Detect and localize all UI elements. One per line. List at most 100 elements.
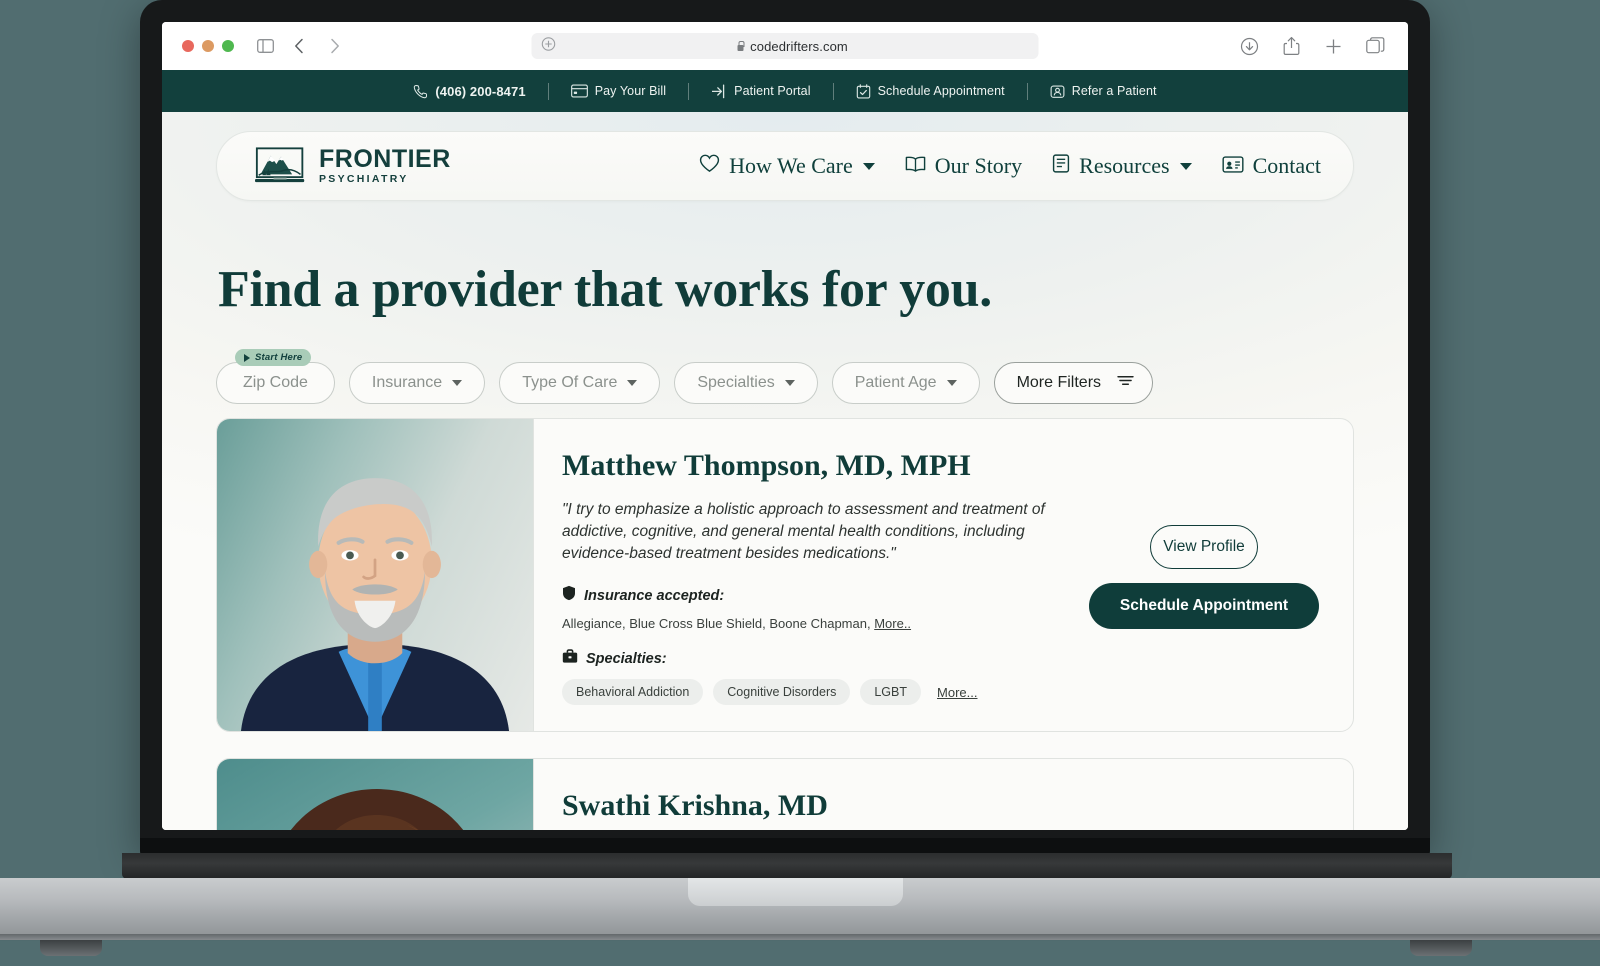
site-header: FRONTIER PSYCHIATRY How We Care Our Stor… (216, 131, 1354, 201)
contact-card-icon (1222, 153, 1244, 179)
navigation-arrows[interactable] (286, 33, 348, 59)
browser-window: codedrifters.com (406) 200-8471 Pay Your… (162, 22, 1408, 830)
provider-photo (217, 419, 533, 732)
calendar-check-icon (856, 83, 871, 99)
filter-specialties[interactable]: Specialties (674, 362, 818, 404)
filter-more-filters[interactable]: More Filters (993, 362, 1154, 404)
provider-quote: "I try to emphasize a holistic approach … (562, 501, 1045, 563)
utility-item-pay-your-bill[interactable]: Pay Your Bill (549, 84, 688, 98)
utility-bar: (406) 200-8471 Pay Your Bill Patient Por… (162, 70, 1408, 112)
start-here-label: Start Here (255, 352, 303, 363)
maximize-window-button[interactable] (222, 40, 234, 52)
window-controls[interactable] (182, 40, 234, 52)
utility-label-phone: (406) 200-8471 (435, 83, 526, 99)
phone-icon (413, 84, 428, 99)
provider-card-body: Matthew Thompson, MD, MPH "I try to emph… (534, 419, 1353, 731)
chevron-down-icon (862, 162, 875, 170)
filter-label-patient-age: Patient Age (854, 374, 937, 391)
heart-icon (699, 153, 720, 179)
utility-item-refer-a-patient[interactable]: Refer a Patient (1028, 84, 1179, 99)
address-bar[interactable]: codedrifters.com (531, 33, 1039, 59)
insurance-more-link[interactable]: More.. (874, 616, 911, 631)
nav-item-contact[interactable]: Contact (1222, 153, 1321, 179)
mountain-logo-icon (255, 146, 307, 186)
nav-item-our-story[interactable]: Our Story (905, 153, 1022, 179)
back-arrow-icon[interactable] (286, 33, 312, 59)
forward-arrow-icon[interactable] (322, 33, 348, 59)
tab-overview-icon[interactable] (1362, 33, 1388, 59)
provider-card[interactable]: Matthew Thompson, MD, MPH "I try to emph… (216, 418, 1354, 733)
login-arrow-icon (711, 84, 727, 99)
filter-label-insurance: Insurance (371, 374, 443, 391)
filter-bar: Start Here Zip Code Insurance Type Of Ca… (216, 349, 1154, 404)
nav-label-contact: Contact (1252, 153, 1321, 178)
user-refer-icon (1050, 84, 1065, 99)
insurance-list: Allegiance, Blue Cross Blue Shield, Boon… (562, 616, 1075, 631)
credit-card-icon (570, 84, 588, 98)
browser-toolbar: codedrifters.com (162, 22, 1408, 70)
provider-card-body: Swathi Krishna, MD "I work with children… (534, 759, 1353, 830)
site-logo[interactable]: FRONTIER PSYCHIATRY (255, 146, 451, 186)
sidebar-toggle-icon[interactable] (252, 33, 278, 59)
utility-item-schedule-appointment[interactable]: Schedule Appointment (834, 83, 1027, 99)
main-navigation: How We Care Our Story Resources Contact (699, 153, 1321, 179)
chevron-down-icon (784, 380, 795, 386)
filter-zip-code[interactable]: Start Here Zip Code (216, 349, 335, 404)
provider-card[interactable]: Swathi Krishna, MD "I work with children… (216, 758, 1354, 830)
laptop-mockup: codedrifters.com (406) 200-8471 Pay Your… (0, 0, 1600, 966)
utility-label-schedule-appointment: Schedule Appointment (877, 84, 1005, 98)
utility-item-patient-portal[interactable]: Patient Portal (689, 84, 832, 99)
download-icon[interactable] (1236, 33, 1262, 59)
utility-label-patient-portal: Patient Portal (734, 84, 811, 98)
url-text-container: codedrifters.com (556, 39, 1029, 54)
insurance-names: Allegiance, Blue Cross Blue Shield, Boon… (562, 616, 871, 632)
browser-actions (1236, 33, 1388, 59)
minimize-window-button[interactable] (202, 40, 214, 52)
specialties-label-row: Specialties: (562, 649, 1075, 669)
briefcase-icon (562, 649, 578, 669)
provider-info: Matthew Thompson, MD, MPH "I try to emph… (562, 449, 1089, 706)
specialty-chip[interactable]: Cognitive Disorders (713, 679, 851, 706)
laptop-foot-left (40, 940, 102, 956)
laptop-hinge (122, 853, 1452, 879)
schedule-appointment-button[interactable]: Schedule Appointment (1089, 583, 1319, 630)
laptop-foot-right (1410, 940, 1472, 956)
provider-name: Swathi Krishna, MD (562, 789, 828, 823)
provider-portrait-swathi-krishna (291, 789, 463, 830)
specialty-chip[interactable]: LGBT (860, 679, 922, 706)
filter-insurance[interactable]: Insurance (348, 362, 486, 404)
utility-label-pay-your-bill: Pay Your Bill (594, 84, 667, 98)
play-triangle-icon (244, 353, 250, 362)
specialties-more-link[interactable]: More... (937, 685, 977, 700)
plus-icon[interactable] (1320, 33, 1346, 59)
nav-label-how-we-care: How We Care (729, 153, 853, 178)
shield-icon (562, 585, 576, 606)
book-icon (905, 153, 926, 179)
insurance-label-row: Insurance accepted: (562, 585, 1075, 606)
logo-brand-name: FRONTIER (319, 145, 451, 174)
filter-type-of-care[interactable]: Type Of Care (499, 362, 661, 404)
utility-item-phone[interactable]: (406) 200-8471 (391, 84, 547, 99)
nav-label-resources: Resources (1079, 153, 1170, 178)
page-title: Find a provider that works for you. (218, 261, 992, 318)
provider-portrait-matthew-thompson (240, 478, 510, 732)
nav-item-how-we-care[interactable]: How We Care (699, 153, 875, 179)
start-here-badge: Start Here (235, 349, 312, 366)
logo-tagline: PSYCHIATRY (319, 173, 409, 186)
website-viewport: (406) 200-8471 Pay Your Bill Patient Por… (162, 70, 1408, 830)
specialty-chip[interactable]: Behavioral Addiction (562, 679, 704, 706)
chevron-down-icon (452, 380, 463, 386)
close-window-button[interactable] (182, 40, 194, 52)
filter-label-zip-code: Zip Code (243, 374, 308, 391)
insurance-label: Insurance accepted: (584, 587, 725, 604)
filter-patient-age[interactable]: Patient Age (831, 362, 980, 404)
share-icon[interactable] (1278, 33, 1304, 59)
filter-label-type-of-care: Type Of Care (522, 374, 618, 391)
laptop-deck-shadow (0, 934, 1600, 941)
nav-item-resources[interactable]: Resources (1052, 153, 1192, 179)
view-profile-button[interactable]: View Profile (1150, 525, 1258, 570)
document-list-icon (1052, 153, 1070, 179)
filter-sliders-icon (1117, 374, 1134, 392)
add-circle-icon[interactable] (541, 36, 556, 56)
chevron-down-icon (1179, 162, 1192, 170)
